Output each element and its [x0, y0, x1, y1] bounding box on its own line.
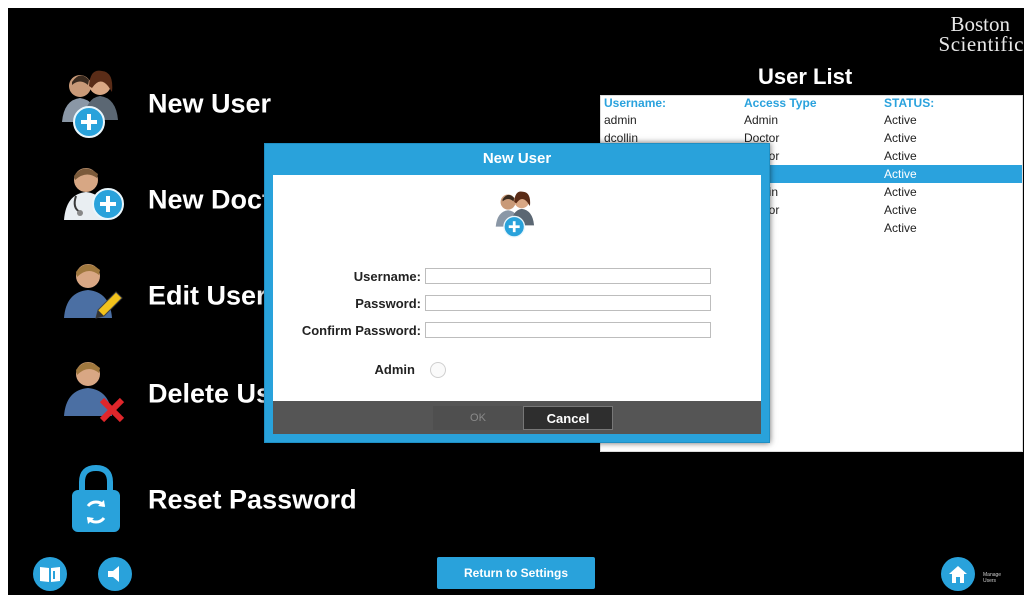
- cell-status: Active: [884, 185, 917, 199]
- book-icon: [40, 567, 60, 582]
- menu-label: New User: [148, 88, 272, 119]
- admin-toggle[interactable]: [430, 362, 446, 378]
- menu-reset-password[interactable]: Reset Password: [58, 460, 618, 540]
- cell-status: Active: [884, 149, 917, 163]
- cancel-button[interactable]: Cancel: [523, 406, 613, 430]
- confirm-password-label: Confirm Password:: [301, 323, 421, 338]
- return-to-settings-button[interactable]: Return to Settings: [437, 557, 595, 589]
- cell-status: Active: [884, 165, 1022, 183]
- menu-label: Reset Password: [148, 484, 357, 515]
- column-header-status[interactable]: STATUS:: [884, 96, 1022, 111]
- delete-user-icon: [64, 362, 125, 423]
- cell-username: admin: [604, 113, 637, 127]
- user-table-header: Username: Access Type STATUS:: [601, 96, 1022, 111]
- admin-label: Admin: [374, 362, 415, 377]
- cell-access-type: Admin: [744, 113, 779, 127]
- cell-status: Active: [884, 113, 917, 127]
- cell-status: Active: [884, 221, 917, 235]
- menu-label: Edit User: [148, 280, 267, 311]
- user-list-title: User List: [758, 64, 853, 89]
- password-input[interactable]: [425, 295, 711, 311]
- new-user-icon: [62, 70, 118, 138]
- dialog-footer: OK Cancel: [273, 401, 761, 434]
- new-user-dialog: New User Username: Password: Confirm Pas…: [264, 143, 770, 443]
- padlock-icon: [72, 464, 120, 532]
- home-button[interactable]: [941, 557, 975, 591]
- manage-users-label: Manage Users: [983, 572, 1002, 584]
- confirm-password-input[interactable]: [425, 322, 711, 338]
- ok-button[interactable]: OK: [433, 406, 523, 430]
- manual-button[interactable]: [33, 557, 67, 591]
- column-header-access-type[interactable]: Access Type: [744, 96, 884, 111]
- dialog-body: Username: Password: Confirm Password: Ad…: [273, 175, 761, 401]
- new-doctor-icon: [64, 168, 124, 220]
- sound-button[interactable]: [98, 557, 132, 591]
- edit-user-icon: [64, 264, 123, 319]
- boston-scientific-logo: Boston Scientific: [938, 12, 1024, 56]
- new-user-icon: [495, 191, 535, 238]
- password-label: Password:: [355, 296, 421, 311]
- speaker-icon: [108, 566, 119, 582]
- cell-status: Active: [884, 203, 917, 217]
- column-header-username[interactable]: Username:: [601, 96, 744, 111]
- menu-new-user[interactable]: New User: [58, 64, 618, 144]
- table-row[interactable]: admin Admin Active: [601, 111, 1022, 129]
- dialog-title: New User: [482, 150, 552, 167]
- home-icon: [949, 566, 967, 583]
- app-screen: Boston Scientific New User New Doctor Ed…: [8, 8, 1024, 595]
- cell-status: Active: [884, 131, 917, 145]
- username-label: Username:: [353, 269, 421, 284]
- username-input[interactable]: [425, 268, 711, 284]
